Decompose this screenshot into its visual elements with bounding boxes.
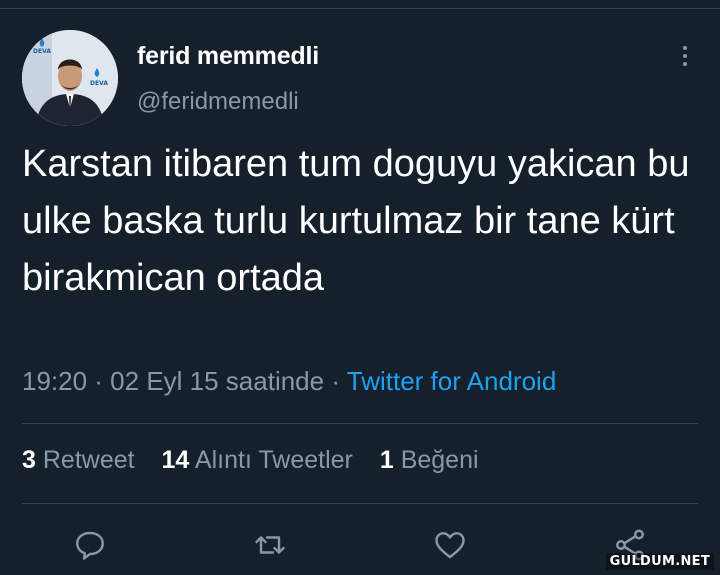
retweet-button[interactable] [252, 527, 288, 563]
reply-button[interactable] [72, 527, 108, 563]
more-options-icon[interactable] [676, 46, 694, 72]
like-button[interactable] [432, 527, 468, 563]
tweet-source-link[interactable]: Twitter for Android [347, 366, 557, 396]
avatar[interactable]: DEVA DEVA [22, 30, 118, 126]
avatar-logo-text-2: DEVA [90, 80, 108, 87]
retweet-icon [255, 536, 285, 554]
author-handle[interactable]: @feridmemedli [137, 88, 299, 116]
retweets-label: Retweet [42, 446, 135, 474]
tweet-meta: 19:20 · 02 Eyl 15 saatinde · Twitter for… [22, 366, 556, 397]
stats-bottom-divider [22, 503, 698, 504]
retweets-count: 3 [22, 446, 36, 474]
tweet-timestamp[interactable]: 19:20 · 02 Eyl 15 saatinde [22, 366, 324, 396]
likes-count: 1 [379, 446, 394, 474]
tweet-text: Karstan itibaren tum doguyu yakican bu u… [22, 143, 690, 299]
top-divider [0, 8, 720, 9]
avatar-logo-text-1: DEVA [33, 48, 51, 55]
quotes-label: Alıntı Tweetler [194, 446, 353, 474]
likes-label: Beğeni [400, 446, 479, 474]
avatar-image: DEVA DEVA [22, 30, 118, 126]
quotes-stat[interactable]: 14 Alıntı Tweetler [162, 446, 353, 474]
likes-stat[interactable]: 1 Beğeni [380, 446, 479, 474]
reply-icon [76, 531, 104, 560]
meta-separator: · [324, 366, 347, 396]
stats-top-divider [22, 423, 698, 424]
author-display-name[interactable]: ferid memmedli [137, 42, 319, 71]
retweets-stat[interactable]: 3 Retweet [22, 446, 135, 474]
engagement-stats: 3 Retweet 14 Alıntı Tweetler 1 Beğeni [22, 446, 499, 475]
quotes-count: 14 [161, 446, 190, 474]
site-watermark: GULDUM.NET [605, 553, 714, 570]
like-icon [435, 532, 465, 559]
